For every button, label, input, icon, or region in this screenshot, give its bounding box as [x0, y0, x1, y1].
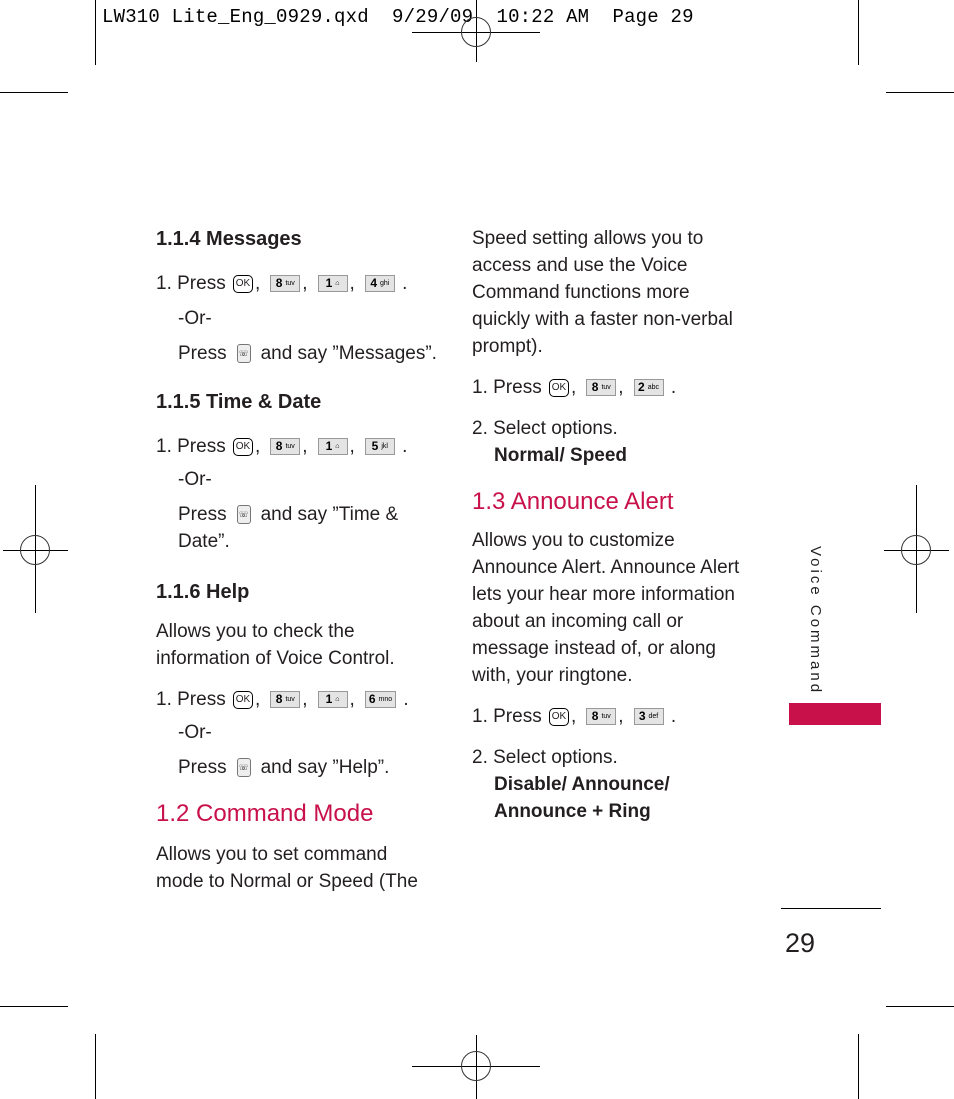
step-label: 1. Press [156, 273, 226, 294]
alt-step: Press ☏ and say ”Time & [156, 501, 456, 528]
left-column: 1.1.4 Messages 1. Press OK, 8 tuv, 1 ⌂, 4g… [156, 226, 456, 895]
key-1-voicemail-icon: 1 ⌂ [317, 438, 348, 455]
options: Announce + Ring [494, 801, 651, 822]
or-label: -Or- [178, 308, 212, 329]
step-1: 1. Press OK, 8 tuv, 2 abc . [472, 374, 772, 401]
command-mode-continued: Speed setting allows you to access and u… [472, 225, 772, 469]
crop-mark [95, 1034, 96, 1099]
section-announce-alert: 1.3 Announce Alert Allows you to customi… [472, 487, 772, 825]
ok-key-icon: OK [548, 707, 569, 726]
description-line: with, your ringtone. [472, 665, 633, 686]
voice-command-key-icon: ☏ [236, 344, 251, 363]
section-heading: 1.1.4 Messages [156, 228, 302, 250]
ok-key-icon: OK [232, 437, 253, 456]
page-number-rule [781, 908, 881, 909]
right-column: Speed setting allows you to access and u… [472, 225, 772, 825]
description-line: Allows you to customize [472, 530, 675, 551]
step-text: and say ”Help”. [260, 757, 390, 778]
step-2: 2. Select options. [472, 747, 618, 768]
step-label: Press [178, 757, 227, 778]
crop-mark [886, 92, 954, 93]
key-1-voicemail-icon: 1 ⌂ [317, 691, 348, 708]
step-1: 1. Press OK, 8 tuv, 3 def . [472, 703, 772, 730]
voice-command-key-icon: ☏ [236, 505, 251, 524]
section-heading: 1.3 Announce Alert [472, 488, 674, 515]
step-label: Press [178, 504, 227, 525]
description-line: Allows you to check the [156, 621, 355, 642]
voice-command-key-icon: ☏ [236, 758, 251, 777]
key-3-icon: 3 def [633, 708, 664, 725]
or-label: -Or- [178, 722, 212, 743]
page-number: 29 [785, 928, 816, 958]
section-heading: 1.1.6 Help [156, 581, 250, 603]
step-label: 1. Press [156, 689, 226, 710]
section-heading: 1.2 Command Mode [156, 800, 374, 827]
ok-key-icon: OK [548, 378, 569, 397]
step-text: and say ”Time & [260, 504, 399, 525]
step-label: 1. Press [472, 377, 542, 398]
crop-mark [858, 1034, 859, 1099]
step-label: 1. Press [156, 436, 226, 457]
key-5-icon: 5 jkl [364, 438, 395, 455]
crop-mark [886, 1006, 954, 1007]
key-2-icon: 2 abc [633, 379, 664, 396]
alt-step: Press ☏ and say ”Help”. [156, 754, 456, 781]
description-line: Allows you to set command [156, 844, 388, 865]
side-tab-marker [789, 703, 881, 725]
description-line: lets your hear more information [472, 584, 735, 605]
ok-key-icon: OK [232, 690, 253, 709]
crop-mark [95, 0, 96, 65]
section-command-mode: 1.2 Command Mode Allows you to set comma… [156, 799, 456, 895]
step-text-cont: Date”. [178, 531, 230, 552]
description-line: quickly with a faster non-verbal [472, 309, 733, 330]
alt-step: Press ☏ and say ”Messages”. [156, 340, 456, 367]
or-label: -Or- [178, 469, 212, 490]
section-time-date: 1.1.5 Time & Date 1. Press OK, 8 tuv, 1 ⌂,… [156, 389, 456, 555]
description-line: information of Voice Control. [156, 648, 395, 669]
options: Normal/ Speed [494, 445, 628, 466]
key-6-icon: 6 mno [364, 691, 397, 708]
step-1: 1. Press OK, 8 tuv, 1 ⌂, 6 mno . [156, 686, 456, 713]
key-1-voicemail-icon: 1 ⌂ [317, 275, 348, 292]
key-8-icon: 8 tuv [586, 708, 617, 725]
description-line: Announce Alert. Announce Alert [472, 557, 740, 578]
section-heading: 1.1.5 Time & Date [156, 391, 322, 413]
description-line: about an incoming call or [472, 611, 684, 632]
key-8-icon: 8 tuv [270, 438, 301, 455]
section-help: 1.1.6 Help Allows you to check the infor… [156, 579, 456, 781]
crop-mark [858, 0, 859, 65]
print-slug: LW310 Lite_Eng_0929.qxd 9/29/09 10:22 AM… [102, 6, 694, 28]
ok-key-icon: OK [232, 274, 253, 293]
options: Disable/ Announce/ [494, 774, 670, 795]
step-1: 1. Press OK, 8 tuv, 1 ⌂, 5 jkl . [156, 433, 456, 460]
section-messages: 1.1.4 Messages 1. Press OK, 8 tuv, 1 ⌂, 4g… [156, 226, 456, 367]
key-8-icon: 8 tuv [270, 691, 301, 708]
description-line: message instead of, or along [472, 638, 716, 659]
key-4-icon: 4 ghi [364, 275, 395, 292]
description-line: Command functions more [472, 282, 690, 303]
step-label: Press [178, 343, 227, 364]
crop-mark [0, 92, 68, 93]
description-line: prompt). [472, 336, 543, 357]
key-8-icon: 8 tuv [586, 379, 617, 396]
description-line: Speed setting allows you to [472, 228, 704, 249]
side-tab-label: Voice Command [807, 546, 824, 696]
description-line: mode to Normal or Speed (The [156, 871, 418, 892]
step-text: and say ”Messages”. [260, 343, 437, 364]
step-2: 2. Select options. [472, 418, 618, 439]
step-1: 1. Press OK, 8 tuv, 1 ⌂, 4 ghi . [156, 270, 456, 297]
description-line: access and use the Voice [472, 255, 688, 276]
step-label: 1. Press [472, 706, 542, 727]
key-8-icon: 8 tuv [270, 275, 301, 292]
crop-mark [0, 1006, 68, 1007]
